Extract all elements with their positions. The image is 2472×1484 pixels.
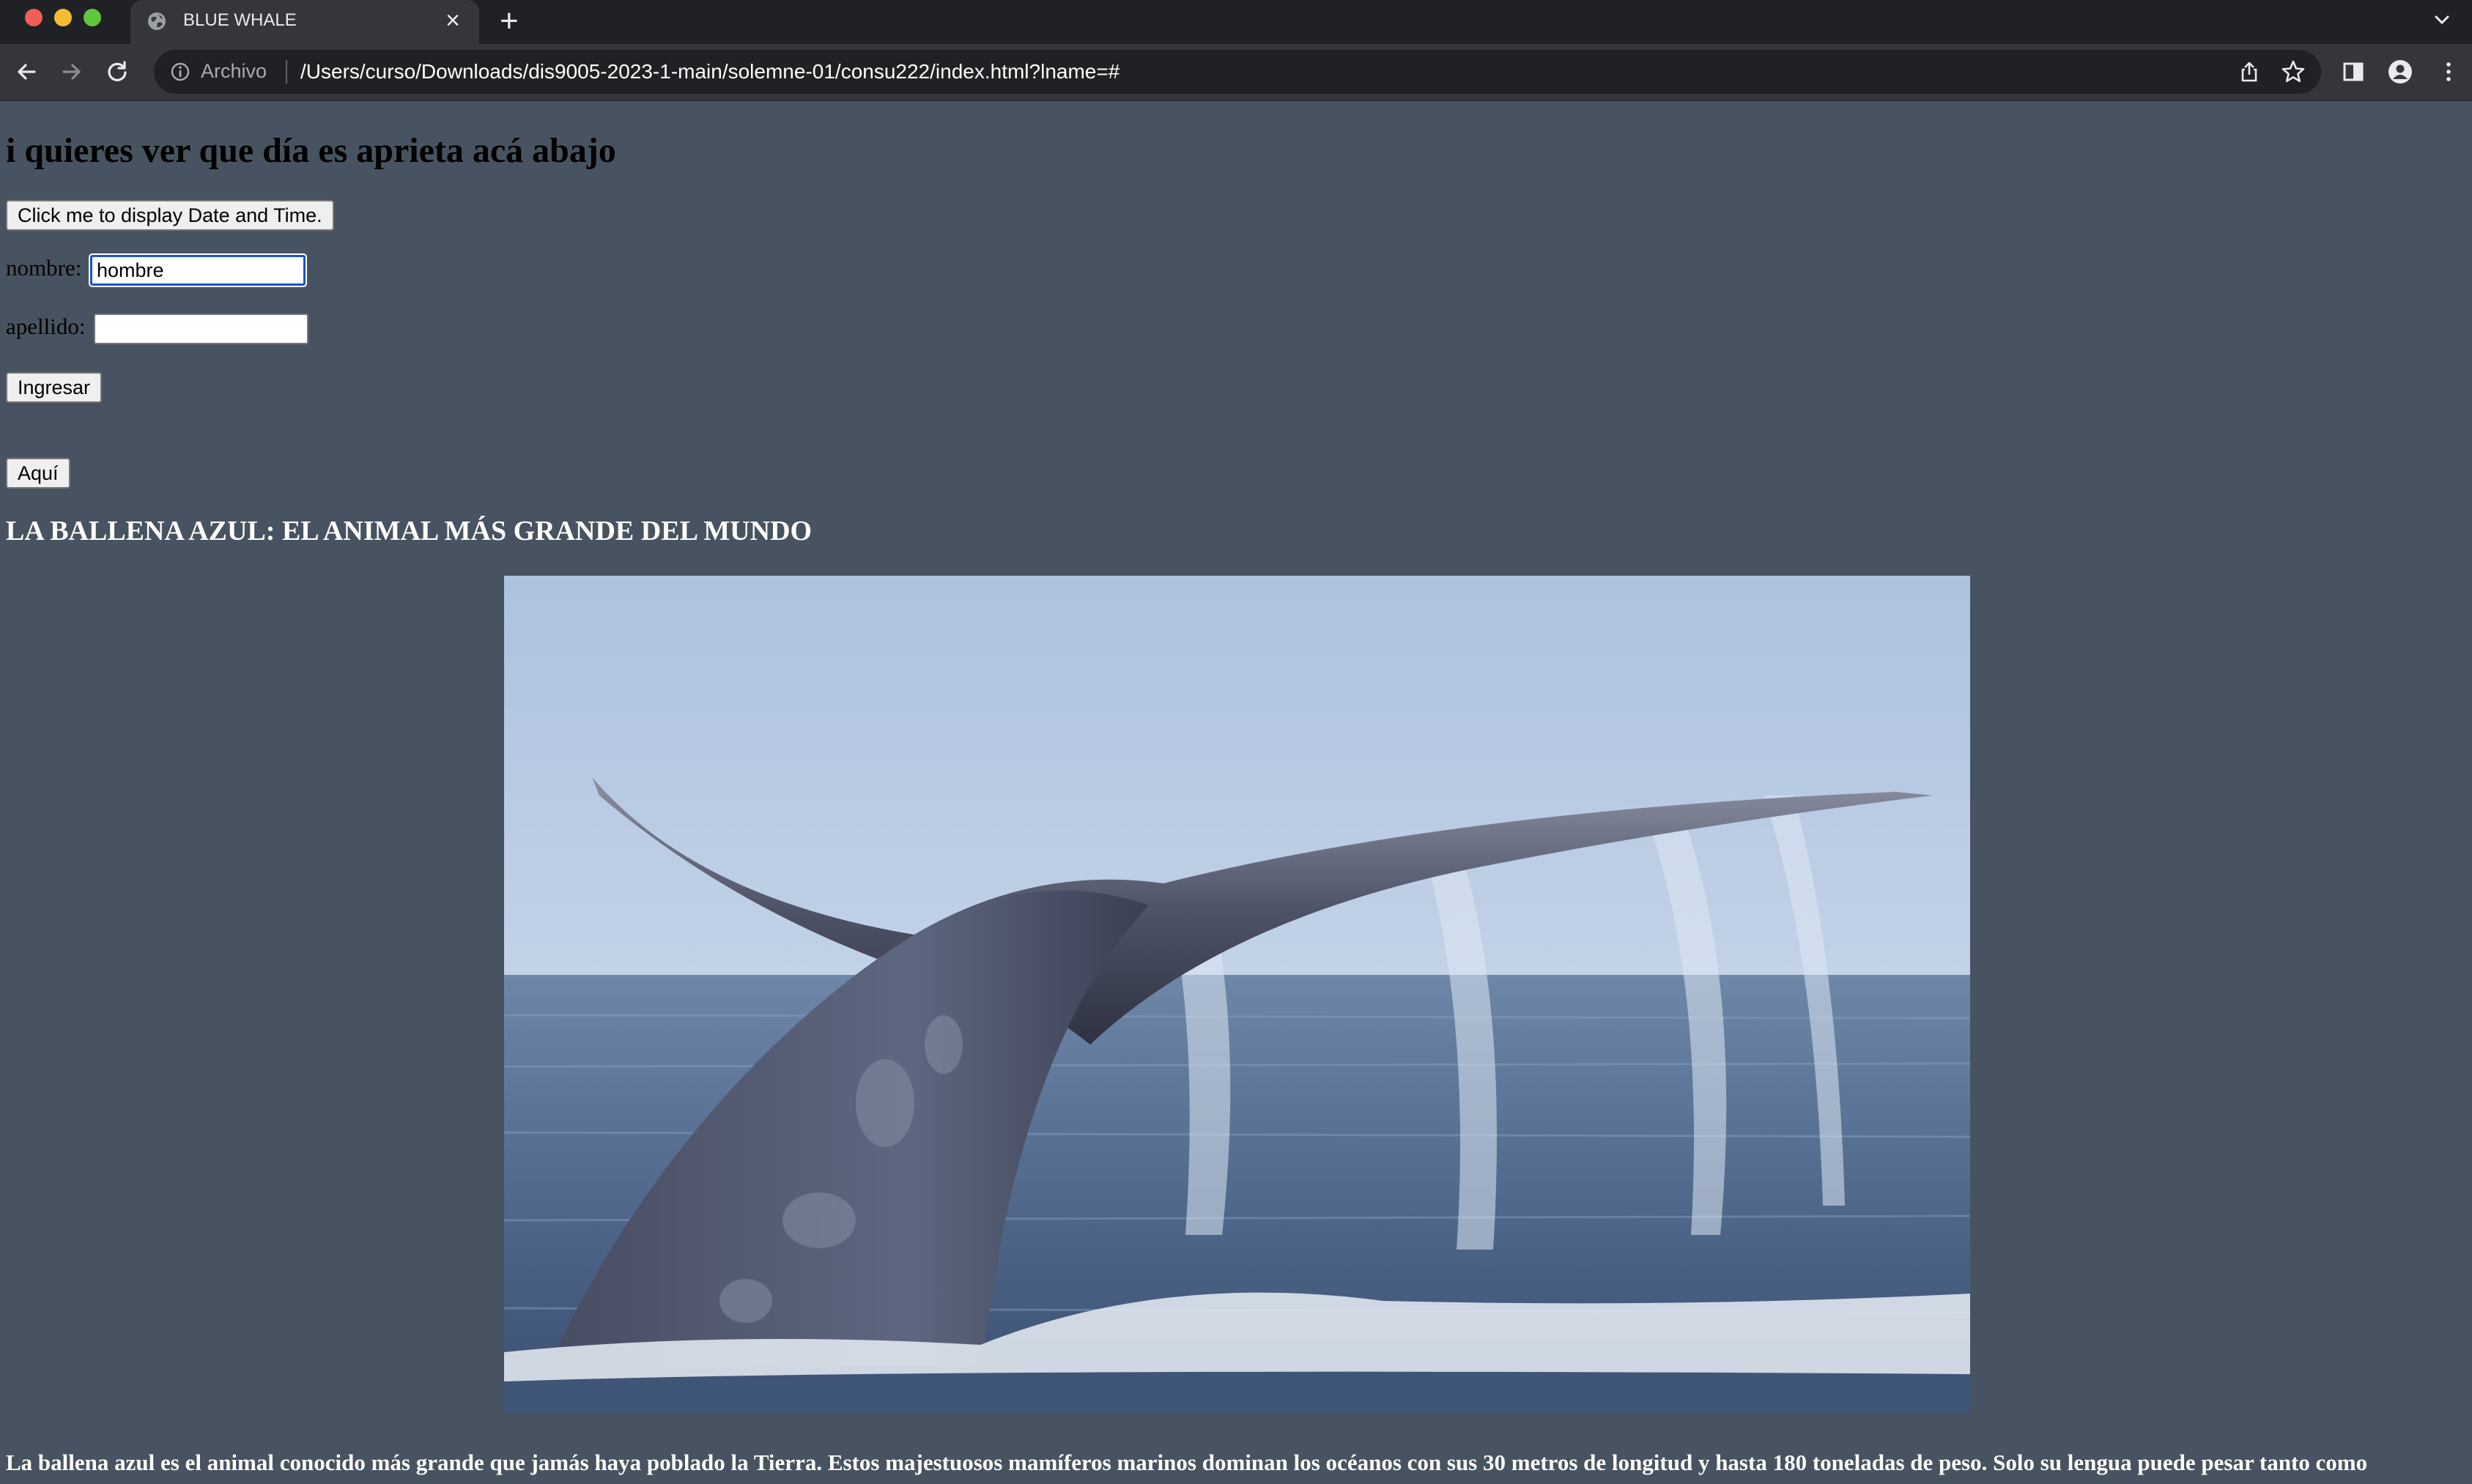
apellido-input[interactable]: [94, 314, 308, 344]
tab-title: BLUE WHALE: [183, 10, 297, 30]
page-content: i quieres ver que día es aprieta acá aba…: [0, 101, 2472, 1484]
side-panel-icon[interactable]: [2340, 59, 2366, 85]
ingresar-button[interactable]: Ingresar: [6, 372, 103, 403]
zoom-window-button[interactable]: [84, 9, 101, 26]
kebab-menu-icon[interactable]: [2435, 59, 2462, 85]
info-icon[interactable]: [170, 62, 190, 82]
minimize-window-button[interactable]: [54, 9, 72, 26]
divider: [286, 60, 287, 84]
description-paragraph: La ballena azul es el animal conocido má…: [6, 1450, 2368, 1475]
nombre-input[interactable]: [90, 255, 306, 286]
globe-icon: [147, 11, 167, 31]
browser-toolbar: Archivo /Users/curso/Downloads/dis9005-2…: [0, 44, 2472, 100]
reload-icon[interactable]: [104, 59, 130, 85]
plus-icon[interactable]: +: [500, 4, 519, 38]
star-icon[interactable]: [2280, 59, 2306, 85]
blue-whale-image: [504, 576, 1970, 1413]
display-date-button[interactable]: Click me to display Date and Time.: [6, 200, 334, 231]
nombre-label: nombre:: [6, 255, 82, 281]
forward-icon[interactable]: [59, 59, 85, 85]
share-icon[interactable]: [2238, 60, 2261, 84]
aqui-button[interactable]: Aquí: [6, 458, 70, 489]
browser-tab-strip: BLUE WHALE × +: [0, 0, 2472, 44]
address-bar[interactable]: Archivo /Users/curso/Downloads/dis9005-2…: [154, 50, 2321, 94]
browser-tab-active[interactable]: BLUE WHALE ×: [130, 0, 479, 44]
close-icon[interactable]: ×: [441, 6, 465, 35]
chevron-down-icon[interactable]: [2431, 9, 2453, 31]
profile-icon[interactable]: [2387, 59, 2413, 85]
page-heading: i quieres ver que día es aprieta acá aba…: [6, 131, 616, 170]
apellido-label: apellido:: [6, 314, 86, 339]
scheme-label: Archivo: [201, 60, 267, 82]
section-title: LA BALLENA AZUL: EL ANIMAL MÁS GRANDE DE…: [6, 516, 813, 546]
close-window-button[interactable]: [25, 9, 42, 26]
url-text[interactable]: /Users/curso/Downloads/dis9005-2023-1-ma…: [300, 60, 1120, 84]
back-icon[interactable]: [13, 59, 40, 85]
